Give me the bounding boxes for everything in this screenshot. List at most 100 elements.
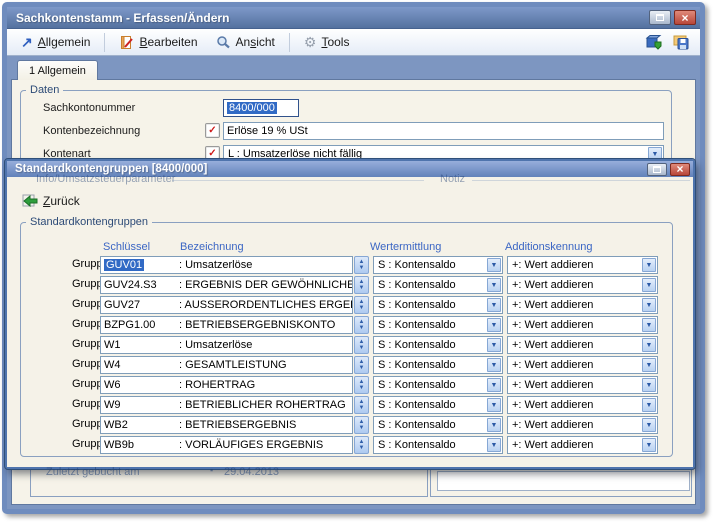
key-spinner[interactable]: ▲ ▼ xyxy=(354,376,369,394)
additionskennung-value: +: Wert addieren xyxy=(512,299,593,311)
zurueck-button[interactable]: Zurück xyxy=(18,190,84,212)
chevron-down-icon[interactable]: ▼ xyxy=(642,418,656,432)
wertermittlung-select[interactable]: S : Kontensaldo ▼ xyxy=(373,376,503,394)
chevron-down-icon[interactable]: ▼ xyxy=(642,298,656,312)
additionskennung-select[interactable]: +: Wert addieren ▼ xyxy=(507,316,658,334)
additionskennung-select[interactable]: +: Wert addieren ▼ xyxy=(507,356,658,374)
wertermittlung-select[interactable]: S : Kontensaldo ▼ xyxy=(373,356,503,374)
chevron-down-icon[interactable]: ▼ xyxy=(487,378,501,392)
chevron-down-icon[interactable]: ▼ xyxy=(487,318,501,332)
wertermittlung-value: S : Kontensaldo xyxy=(378,319,456,331)
key-input[interactable]: GUV27 : AUSSERORDENTLICHES ERGEBNIS xyxy=(100,296,353,314)
additionskennung-select[interactable]: +: Wert addieren ▼ xyxy=(507,336,658,354)
chevron-down-icon[interactable]: ▼ xyxy=(487,398,501,412)
additionskennung-select[interactable]: +: Wert addieren ▼ xyxy=(507,276,658,294)
key-input[interactable]: W1 : Umsatzerlöse xyxy=(100,336,353,354)
chevron-down-icon[interactable]: ▼ xyxy=(487,338,501,352)
key-description: : GESAMTLEISTUNG xyxy=(179,359,287,371)
sachkontonummer-input[interactable]: 8400/000 xyxy=(223,99,299,117)
key-spinner[interactable]: ▲ ▼ xyxy=(354,276,369,294)
wertermittlung-select[interactable]: S : Kontensaldo ▼ xyxy=(373,336,503,354)
close-button[interactable]: × xyxy=(674,10,696,25)
chevron-down-icon[interactable]: ▼ xyxy=(642,438,656,452)
book-export-button[interactable] xyxy=(645,34,663,50)
chevron-down-icon[interactable]: ▼ xyxy=(642,278,656,292)
key-input[interactable]: GUV24.S3 : ERGEBNIS DER GEWÖHNLICHEN GES xyxy=(100,276,353,294)
additionskennung-value: +: Wert addieren xyxy=(512,279,593,291)
sachkontonummer-value: 8400/000 xyxy=(227,102,277,114)
key-description: : Umsatzerlöse xyxy=(179,339,252,351)
key-spinner[interactable]: ▲ ▼ xyxy=(354,296,369,314)
tab-allgemein[interactable]: 1 Allgemein xyxy=(17,60,98,80)
wertermittlung-select[interactable]: S : Kontensaldo ▼ xyxy=(373,396,503,414)
chevron-down-icon[interactable]: ▼ xyxy=(642,258,656,272)
standardkontengruppen-dialog: Standardkontengruppen [8400/000] × Zu xyxy=(5,159,695,469)
menu-allgemein[interactable]: ↗ Allgemein xyxy=(15,33,96,51)
key-input[interactable]: BZPG1.00 : BETRIEBSERGEBNISKONTO xyxy=(100,316,353,334)
wertermittlung-select[interactable]: S : Kontensaldo ▼ xyxy=(373,276,503,294)
key-value: W6 xyxy=(104,379,121,391)
menu-tools[interactable]: ⚙ Tools xyxy=(298,33,356,51)
chevron-down-icon[interactable]: ▼ xyxy=(487,438,501,452)
key-spinner[interactable]: ▲ ▼ xyxy=(354,396,369,414)
save-button[interactable] xyxy=(672,34,690,50)
key-input[interactable]: W6 : ROHERTRAG xyxy=(100,376,353,394)
chevron-down-icon[interactable]: ▼ xyxy=(487,418,501,432)
key-input[interactable]: WB2 : BETRIEBSERGEBNIS xyxy=(100,416,353,434)
bullet-icon: ▪ xyxy=(210,465,213,475)
wertermittlung-select[interactable]: S : Kontensaldo ▼ xyxy=(373,416,503,434)
chevron-down-icon[interactable]: ▼ xyxy=(642,378,656,392)
key-spinner[interactable]: ▲ ▼ xyxy=(354,316,369,334)
key-spinner[interactable]: ▲ ▼ xyxy=(354,356,369,374)
check-button[interactable]: ✓ xyxy=(205,123,220,138)
key-input[interactable]: WB9b : VORLÄUFIGES ERGEBNIS xyxy=(100,436,353,454)
toolbar-separator xyxy=(289,33,290,52)
additionskennung-select[interactable]: +: Wert addieren ▼ xyxy=(507,256,658,274)
table-row: Gruppe 10 WB9b : VORLÄUFIGES ERGEBNIS ▲ … xyxy=(7,436,693,454)
wertermittlung-select[interactable]: S : Kontensaldo ▼ xyxy=(373,256,503,274)
wertermittlung-value: S : Kontensaldo xyxy=(378,279,456,291)
additionskennung-select[interactable]: +: Wert addieren ▼ xyxy=(507,376,658,394)
chevron-down-icon[interactable]: ▼ xyxy=(487,358,501,372)
spinner-down-icon: ▼ xyxy=(359,405,365,411)
key-spinner[interactable]: ▲ ▼ xyxy=(354,416,369,434)
spinner-down-icon: ▼ xyxy=(359,345,365,351)
additionskennung-select[interactable]: +: Wert addieren ▼ xyxy=(507,396,658,414)
wertermittlung-select[interactable]: S : Kontensaldo ▼ xyxy=(373,316,503,334)
key-input[interactable]: W9 : BETRIEBLICHER ROHERTRAG xyxy=(100,396,353,414)
key-value: BZPG1.00 xyxy=(104,319,155,331)
additionskennung-select[interactable]: +: Wert addieren ▼ xyxy=(507,436,658,454)
chevron-down-icon[interactable]: ▼ xyxy=(487,258,501,272)
close-icon: × xyxy=(681,12,688,24)
additionskennung-select[interactable]: +: Wert addieren ▼ xyxy=(507,296,658,314)
spinner-down-icon: ▼ xyxy=(359,385,365,391)
spinner-down-icon: ▼ xyxy=(359,285,365,291)
table-row: Gruppe 2 GUV24.S3 : ERGEBNIS DER GEWÖHNL… xyxy=(7,276,693,294)
chevron-down-icon[interactable]: ▼ xyxy=(642,338,656,352)
notiz-textarea[interactable] xyxy=(437,471,690,491)
main-titlebar[interactable]: Sachkontenstamm - Erfassen/Ändern × xyxy=(7,7,700,29)
key-spinner[interactable]: ▲ ▼ xyxy=(354,256,369,274)
kontenbezeichnung-input[interactable]: Erlöse 19 % USt xyxy=(223,122,664,140)
dialog-close-button[interactable]: × xyxy=(670,163,690,176)
key-spinner[interactable]: ▲ ▼ xyxy=(354,336,369,354)
wertermittlung-select[interactable]: S : Kontensaldo ▼ xyxy=(373,436,503,454)
chevron-down-icon[interactable]: ▼ xyxy=(487,278,501,292)
menu-ansicht[interactable]: Ansicht xyxy=(210,33,281,52)
key-spinner[interactable]: ▲ ▼ xyxy=(354,436,369,454)
wertermittlung-value: S : Kontensaldo xyxy=(378,339,456,351)
menu-bearbeiten[interactable]: Bearbeiten xyxy=(113,33,203,52)
key-value: GUV27 xyxy=(104,299,140,311)
restore-button[interactable] xyxy=(649,10,671,25)
wertermittlung-select[interactable]: S : Kontensaldo ▼ xyxy=(373,296,503,314)
key-input[interactable]: GUV01 : Umsatzerlöse xyxy=(100,256,353,274)
spinner-down-icon: ▼ xyxy=(359,325,365,331)
chevron-down-icon[interactable]: ▼ xyxy=(487,298,501,312)
chevron-down-icon[interactable]: ▼ xyxy=(642,358,656,372)
chevron-down-icon[interactable]: ▼ xyxy=(642,318,656,332)
chevron-down-icon[interactable]: ▼ xyxy=(642,398,656,412)
window-title: Sachkontenstamm - Erfassen/Ändern xyxy=(16,11,229,25)
dialog-restore-button[interactable] xyxy=(647,163,667,176)
additionskennung-select[interactable]: +: Wert addieren ▼ xyxy=(507,416,658,434)
key-input[interactable]: W4 : GESAMTLEISTUNG xyxy=(100,356,353,374)
